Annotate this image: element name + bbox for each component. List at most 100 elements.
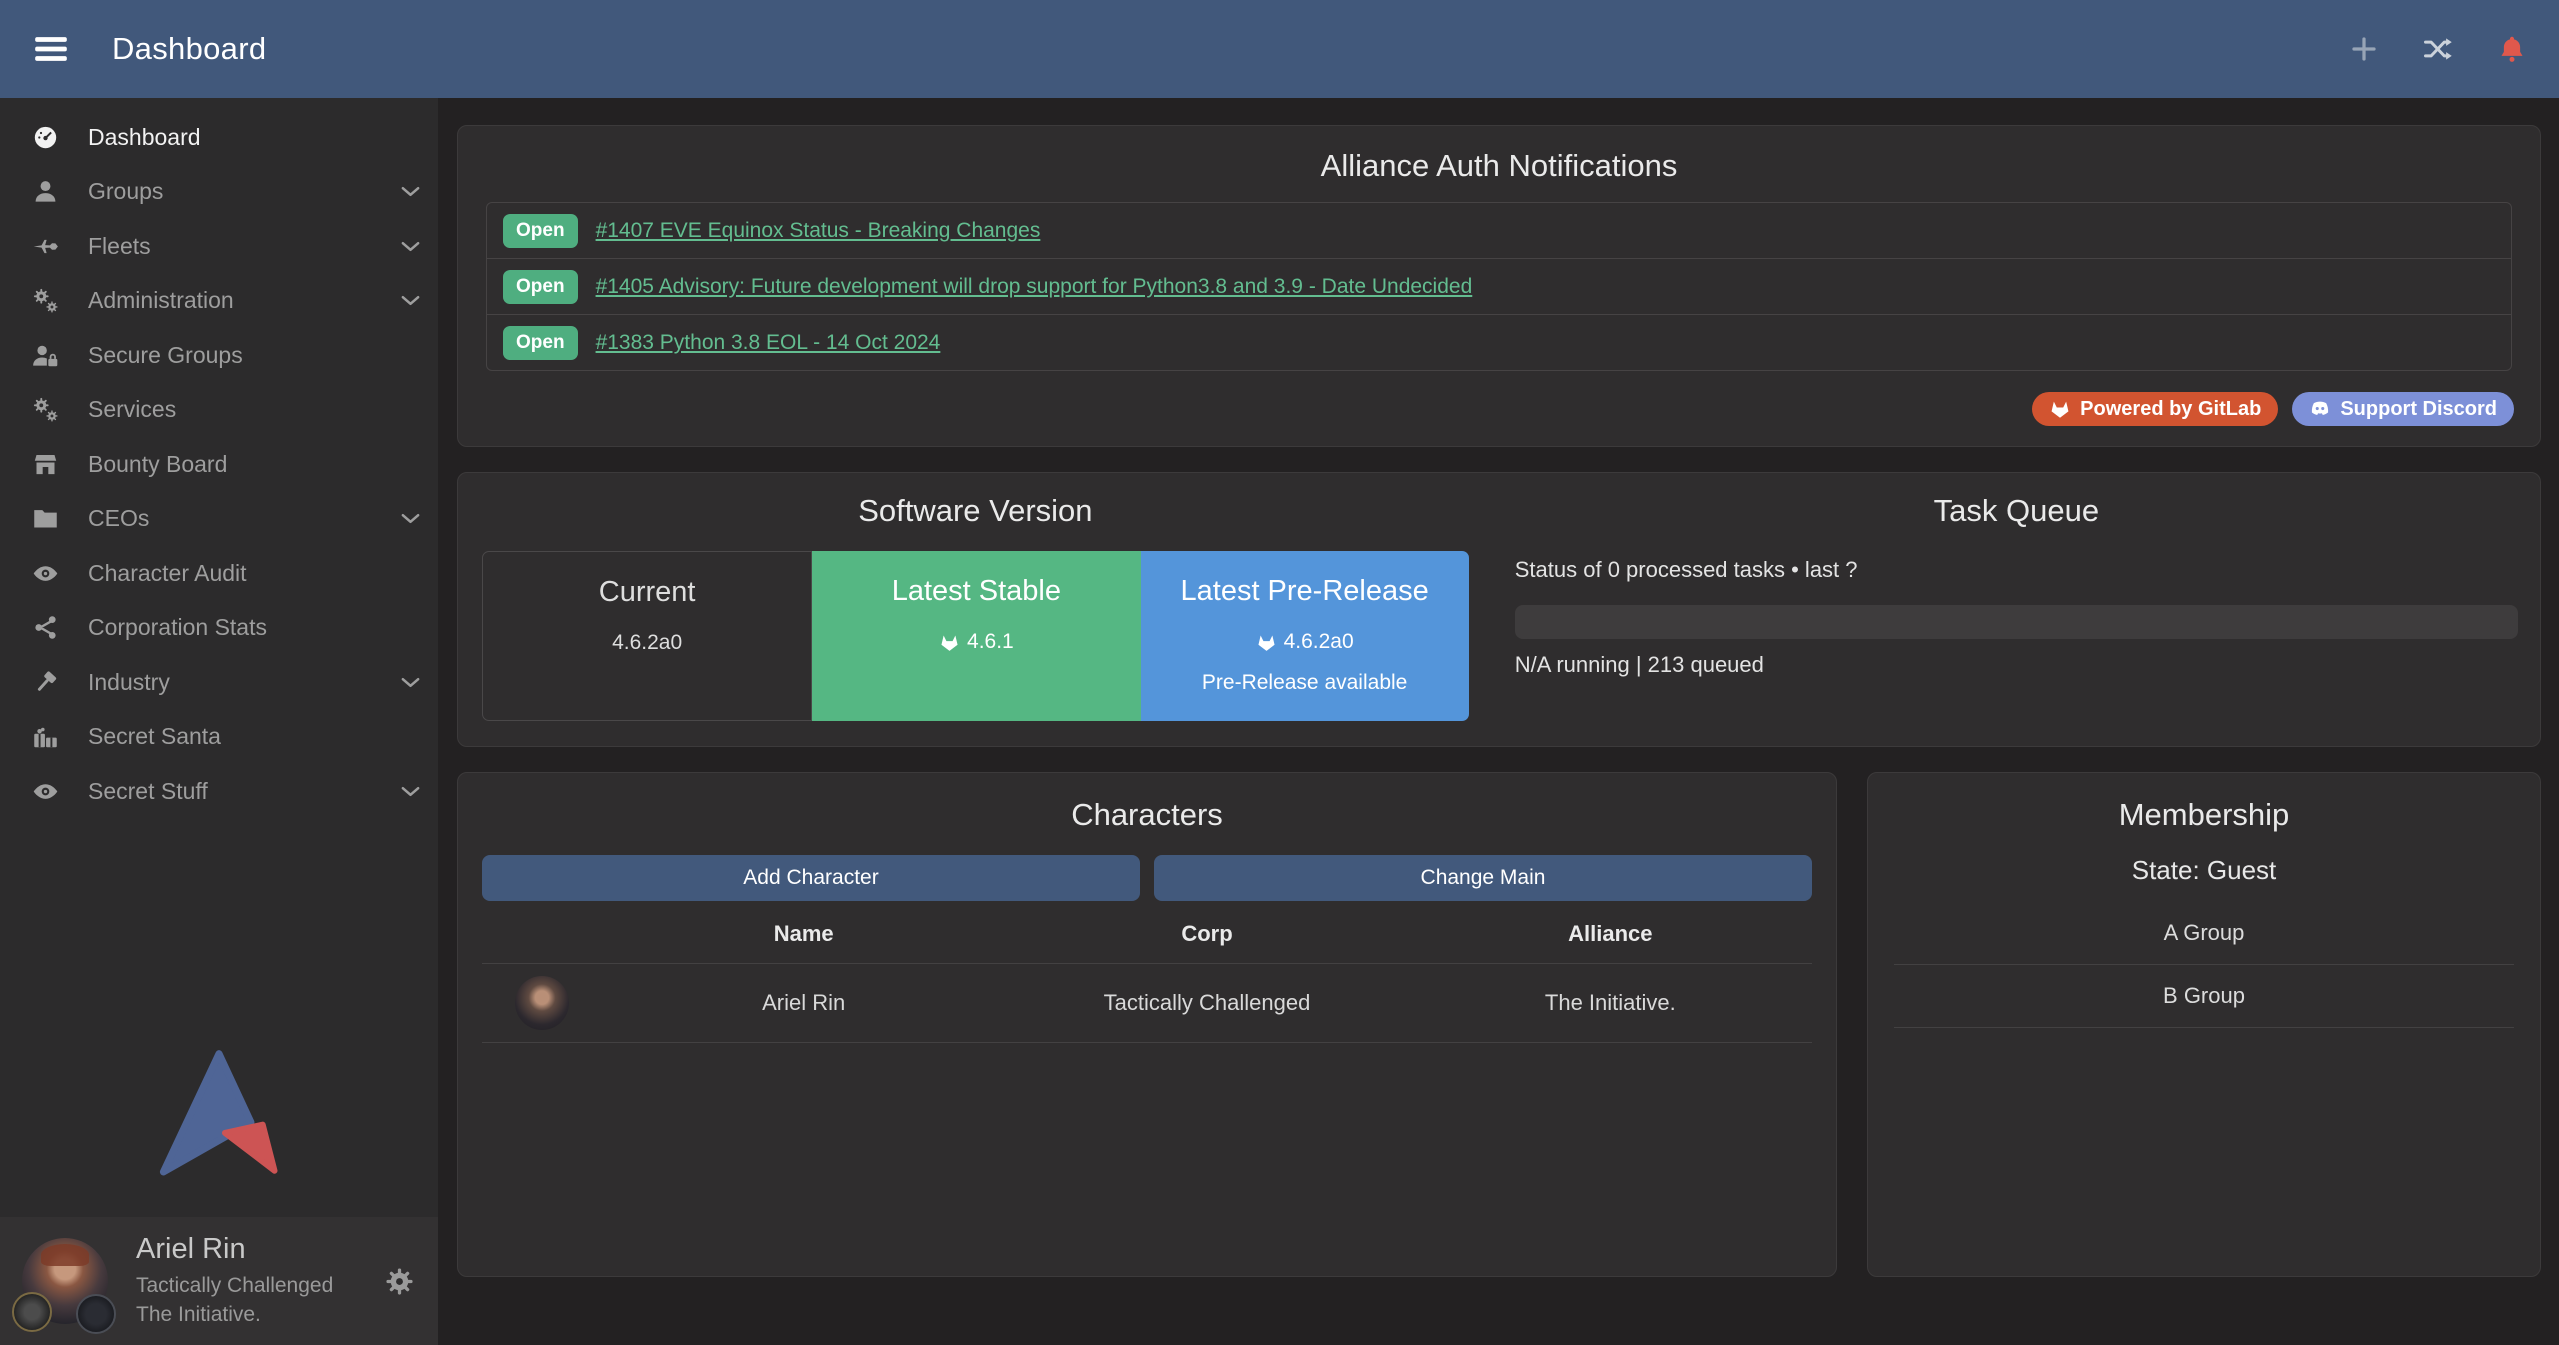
version-label: Current xyxy=(483,552,811,609)
version-current-box: Current 4.6.2a0 xyxy=(482,551,812,721)
shuffle-icon[interactable] xyxy=(2423,34,2453,64)
notification-bell-icon[interactable] xyxy=(2497,34,2527,64)
fighter-jet-icon xyxy=(28,233,62,260)
sidebar: Dashboard Groups Fleets Administration xyxy=(0,98,438,1345)
notification-item[interactable]: Open #1407 EVE Equinox Status - Breaking… xyxy=(487,203,2511,258)
alliance-logo-badge xyxy=(76,1294,116,1334)
notification-link[interactable]: #1405 Advisory: Future development will … xyxy=(596,275,1473,299)
user-name: Ariel Rin xyxy=(136,1233,333,1266)
table-header-corp: Corp xyxy=(1005,901,1408,963)
character-name: Ariel Rin xyxy=(602,990,1005,1016)
powered-by-gitlab-badge[interactable]: Powered by GitLab xyxy=(2032,392,2278,426)
change-main-button[interactable]: Change Main xyxy=(1154,855,1812,901)
sidebar-item-label: Services xyxy=(88,396,176,423)
sidebar-item-label: Groups xyxy=(88,178,163,205)
sidebar-item-groups[interactable]: Groups xyxy=(0,165,438,220)
eye-icon xyxy=(28,778,62,805)
sidebar-item-label: Secure Groups xyxy=(88,342,243,369)
sidebar-item-character-audit[interactable]: Character Audit xyxy=(0,546,438,601)
version-value: 4.6.2a0 xyxy=(1284,630,1354,654)
sidebar-item-fleets[interactable]: Fleets xyxy=(0,219,438,274)
settings-gear-icon[interactable] xyxy=(383,1265,416,1298)
character-corp: Tactically Challenged xyxy=(1005,990,1408,1016)
hammer-icon xyxy=(28,669,62,696)
sidebar-item-label: Secret Stuff xyxy=(88,778,208,805)
sidebar-item-label: Character Audit xyxy=(88,560,247,587)
notifications-list: Open #1407 EVE Equinox Status - Breaking… xyxy=(486,202,2512,371)
eye-icon xyxy=(28,560,62,587)
dashboard-page: Dashboard Dashboard Groups xyxy=(0,0,2559,1345)
user-info: Ariel Rin Tactically Challenged The Init… xyxy=(136,1233,333,1330)
user-icon xyxy=(28,178,62,205)
sidebar-item-administration[interactable]: Administration xyxy=(0,274,438,329)
sidebar-item-label: Administration xyxy=(88,287,234,314)
sidebar-item-services[interactable]: Services xyxy=(0,383,438,438)
sidebar-item-label: Dashboard xyxy=(88,124,201,151)
badge-label: Support Discord xyxy=(2340,398,2497,421)
notification-link[interactable]: #1407 EVE Equinox Status - Breaking Chan… xyxy=(596,219,1041,243)
sidebar-item-label: Industry xyxy=(88,669,170,696)
group-list-item: A Group xyxy=(1894,902,2514,965)
sidebar-item-secure-groups[interactable]: Secure Groups xyxy=(0,328,438,383)
task-queue-status: Status of 0 processed tasks • last ? xyxy=(1515,557,2518,583)
navbar-actions xyxy=(2349,34,2527,64)
sidebar-item-industry[interactable]: Industry xyxy=(0,655,438,710)
main-layout: Dashboard Groups Fleets Administration xyxy=(0,98,2559,1345)
sidebar-item-secret-stuff[interactable]: Secret Stuff xyxy=(0,764,438,819)
version-note: Pre-Release available xyxy=(1141,671,1469,695)
sidebar-item-label: Fleets xyxy=(88,233,151,260)
characters-table: Name Corp Alliance Ariel Rin Tactically … xyxy=(482,901,1812,1043)
folder-icon xyxy=(28,505,62,532)
discord-icon xyxy=(2309,398,2331,420)
membership-groups: A Group B Group xyxy=(1894,902,2514,1028)
version-prerelease-box: Latest Pre-Release 4.6.2a0 Pre-Release a… xyxy=(1141,551,1469,721)
version-label: Latest Pre-Release xyxy=(1141,551,1469,608)
sidebar-item-secret-santa[interactable]: Secret Santa xyxy=(0,710,438,765)
sidebar-item-dashboard[interactable]: Dashboard xyxy=(0,110,438,165)
corp-logo-badge xyxy=(12,1292,52,1332)
chevron-down-icon xyxy=(399,507,422,530)
sidebar-item-ceos[interactable]: CEOs xyxy=(0,492,438,547)
character-alliance: The Initiative. xyxy=(1409,990,1812,1016)
gitlab-icon xyxy=(939,632,960,653)
characters-actions: Add Character Change Main xyxy=(482,855,1812,901)
version-value: 4.6.2a0 xyxy=(612,631,682,655)
table-header-alliance: Alliance xyxy=(1409,901,1812,963)
add-icon[interactable] xyxy=(2349,34,2379,64)
notification-link[interactable]: #1383 Python 3.8 EOL - 14 Oct 2024 xyxy=(596,331,941,355)
chevron-down-icon xyxy=(399,180,422,203)
task-queue-progress-bar xyxy=(1515,605,2518,639)
footer-badges: Powered by GitLab Support Discord xyxy=(2032,392,2514,426)
table-header-row: Name Corp Alliance xyxy=(482,901,1812,963)
sidebar-item-bounty-board[interactable]: Bounty Board xyxy=(0,437,438,492)
version-stable-box: Latest Stable 4.6.1 xyxy=(812,551,1140,721)
table-row[interactable]: Ariel Rin Tactically Challenged The Init… xyxy=(482,963,1812,1043)
version-taskqueue-card: Software Version Current 4.6.2a0 Latest … xyxy=(457,472,2541,747)
task-queue-counts: N/A running | 213 queued xyxy=(1515,652,2518,678)
page-title: Dashboard xyxy=(112,31,266,67)
gitlab-icon xyxy=(1256,632,1277,653)
notification-item[interactable]: Open #1405 Advisory: Future development … xyxy=(487,258,2511,314)
cogs-icon xyxy=(28,287,62,314)
sidebar-item-corporation-stats[interactable]: Corporation Stats xyxy=(0,601,438,656)
table-header-name: Name xyxy=(602,901,1005,963)
share-icon xyxy=(28,614,62,641)
tachometer-icon xyxy=(28,124,62,151)
menu-icon[interactable] xyxy=(32,30,70,68)
sidebar-item-label: CEOs xyxy=(88,505,149,532)
software-version-title: Software Version xyxy=(482,493,1469,529)
cogs-icon xyxy=(28,396,62,423)
group-list-item: B Group xyxy=(1894,965,2514,1028)
sidebar-item-label: Corporation Stats xyxy=(88,614,267,641)
support-discord-badge[interactable]: Support Discord xyxy=(2292,392,2514,426)
sidebar-item-label: Secret Santa xyxy=(88,723,221,750)
character-portrait xyxy=(515,976,569,1030)
characters-card: Characters Add Character Change Main Nam… xyxy=(457,772,1837,1277)
version-boxes: Current 4.6.2a0 Latest Stable 4.6.1 Late… xyxy=(482,551,1469,721)
navbar: Dashboard xyxy=(0,0,2559,98)
notification-item[interactable]: Open #1383 Python 3.8 EOL - 14 Oct 2024 xyxy=(487,314,2511,370)
add-character-button[interactable]: Add Character xyxy=(482,855,1140,901)
chevron-down-icon xyxy=(399,780,422,803)
software-version-widget: Software Version Current 4.6.2a0 Latest … xyxy=(458,493,1493,726)
chevron-down-icon xyxy=(399,235,422,258)
